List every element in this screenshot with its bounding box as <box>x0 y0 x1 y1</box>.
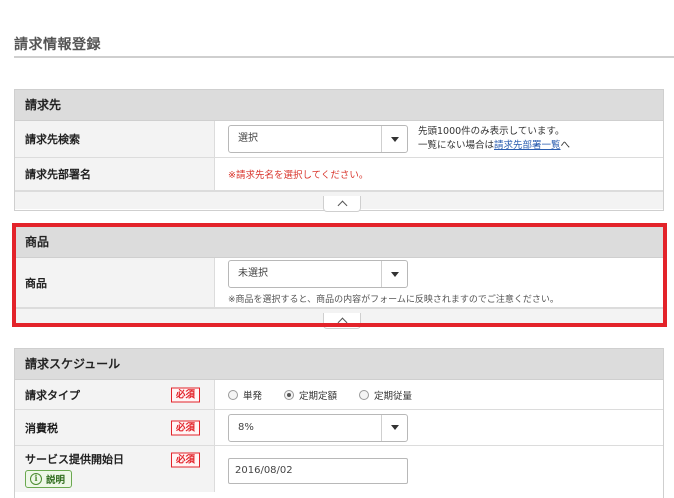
billing-search-hint: 先頭1000件のみ表示しています。 一覧にない場合は請求先部署一覧へ <box>418 125 570 153</box>
billing-search-label: 請求先検索 <box>15 121 215 157</box>
start-date-row: サービス提供開始日 必須 i 説明 2016/08/02 <box>15 446 663 492</box>
billing-search-select-value: 選択 <box>238 133 258 144</box>
billing-dept-cell: ※請求先名を選択してください。 <box>215 158 663 190</box>
product-select-value: 未選択 <box>238 268 268 279</box>
required-badge: 必須 <box>171 452 201 468</box>
product-section-header: 商品 <box>15 227 663 258</box>
billing-search-cell: 選択 先頭1000件のみ表示しています。 一覧にない場合は請求先部署一覧へ <box>215 121 663 157</box>
radio-metered-recurring-dot[interactable] <box>359 389 370 400</box>
schedule-section: 請求スケジュール 請求タイプ 必須 単発 定期定額 定期従量 消費税 必須 8% <box>14 348 664 498</box>
chevron-up-icon <box>337 200 347 211</box>
radio-fixed-recurring[interactable]: 定期定額 <box>284 388 337 402</box>
billing-dept-list-link[interactable]: 請求先部署一覧 <box>494 140 561 151</box>
product-row: 商品 未選択 ※商品を選択すると、商品の内容がフォームに反映されますのでご注意く… <box>15 258 663 308</box>
product-note: ※商品を選択すると、商品の内容がフォームに反映されますのでご注意ください。 <box>228 295 559 305</box>
product-label: 商品 <box>15 258 215 307</box>
radio-single-label: 単発 <box>243 390 263 402</box>
radio-metered-recurring[interactable]: 定期従量 <box>359 388 412 402</box>
tax-label-text: 消費税 <box>25 421 58 435</box>
required-badge: 必須 <box>171 387 201 402</box>
billing-type-label: 請求タイプ 必須 <box>15 380 215 409</box>
product-section: 商品 商品 未選択 ※商品を選択すると、商品の内容がフォームに反映されますのでご… <box>14 226 664 329</box>
chevron-down-icon[interactable] <box>381 261 407 287</box>
radio-fixed-recurring-dot[interactable] <box>284 389 295 400</box>
product-select[interactable]: 未選択 <box>228 260 408 288</box>
billing-type-radio-group: 単発 定期定額 定期従量 <box>228 388 412 402</box>
hint-line-2: 一覧にない場合は請求先部署一覧へ <box>418 139 570 153</box>
start-date-label-text: サービス提供開始日 <box>25 452 124 466</box>
product-cell: 未選択 ※商品を選択すると、商品の内容がフォームに反映されますのでご注意ください… <box>215 258 663 307</box>
page-title: 請求情報登録 <box>14 37 101 53</box>
radio-metered-recurring-label: 定期従量 <box>374 390 413 402</box>
hint-prefix: 一覧にない場合は <box>418 140 495 151</box>
radio-single-dot[interactable] <box>228 389 238 400</box>
chevron-down-icon[interactable] <box>381 414 407 441</box>
billing-dept-error: ※請求先名を選択してください。 <box>228 170 369 181</box>
explain-button[interactable]: i 説明 <box>25 469 73 488</box>
tax-select[interactable]: 8% <box>228 413 408 442</box>
product-collapse-button[interactable] <box>323 313 361 329</box>
radio-fixed-recurring-label: 定期定額 <box>299 390 338 402</box>
chevron-down-icon[interactable] <box>381 126 407 152</box>
radio-single[interactable]: 単発 <box>228 388 262 402</box>
start-date-label: サービス提供開始日 必須 i 説明 <box>15 446 215 492</box>
title-divider <box>14 56 674 58</box>
billing-section: 請求先 請求先検索 選択 先頭1000件のみ表示しています。 一覧にない場合は請… <box>14 89 664 212</box>
chevron-up-icon <box>337 317 347 328</box>
tax-row: 消費税 必須 8% <box>15 410 663 446</box>
billing-dept-label: 請求先部署名 <box>15 158 215 190</box>
product-collapse-strip <box>15 308 663 329</box>
tax-select-value: 8% <box>238 421 254 433</box>
billing-section-header: 請求先 <box>15 90 663 121</box>
billing-collapse-strip <box>15 191 663 212</box>
billing-type-row: 請求タイプ 必須 単発 定期定額 定期従量 <box>15 380 663 410</box>
hint-line-1: 先頭1000件のみ表示しています。 <box>418 126 565 137</box>
tax-cell: 8% <box>215 410 663 445</box>
billing-collapse-button[interactable] <box>323 196 361 212</box>
hint-suffix: へ <box>560 140 571 151</box>
explain-button-label: 説明 <box>46 474 66 486</box>
billing-type-label-text: 請求タイプ <box>25 388 80 402</box>
billing-type-cell: 単発 定期定額 定期従量 <box>215 380 663 409</box>
schedule-section-header: 請求スケジュール <box>15 349 663 380</box>
start-date-cell: 2016/08/02 <box>215 446 663 492</box>
tax-label: 消費税 必須 <box>15 410 215 445</box>
info-icon: i <box>30 472 42 485</box>
billing-dept-row: 請求先部署名 ※請求先名を選択してください。 <box>15 158 663 191</box>
billing-search-select[interactable]: 選択 <box>228 125 408 153</box>
start-date-input[interactable]: 2016/08/02 <box>228 458 408 484</box>
required-badge: 必須 <box>171 420 201 435</box>
billing-search-row: 請求先検索 選択 先頭1000件のみ表示しています。 一覧にない場合は請求先部署… <box>15 121 663 158</box>
